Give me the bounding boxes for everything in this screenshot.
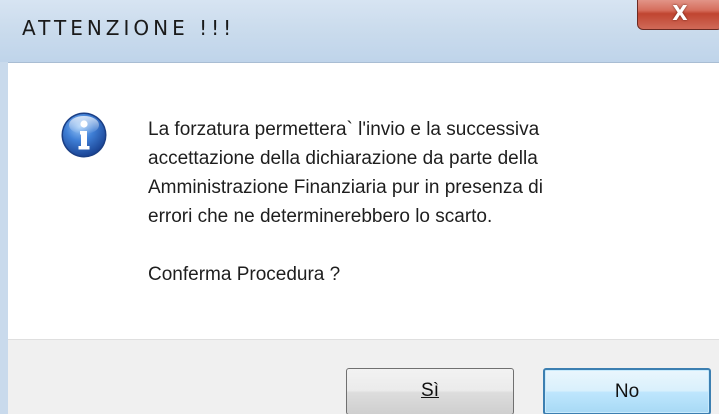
message-line: accettazione della dichiarazione da part…: [148, 148, 538, 169]
yes-button[interactable]: Sì: [346, 368, 514, 414]
message-dialog: ATTENZIONE !!! X La forzatura permettera…: [0, 0, 719, 414]
close-button[interactable]: X: [637, 0, 719, 30]
title-bar[interactable]: ATTENZIONE !!! X: [0, 0, 719, 62]
window-frame-left: [0, 62, 8, 414]
info-icon: [61, 112, 107, 158]
button-bar: Sì No: [8, 339, 719, 414]
yes-button-label: Sì: [421, 380, 439, 401]
window-title: ATTENZIONE !!!: [22, 16, 236, 40]
confirm-question: Conferma Procedura ?: [148, 264, 341, 285]
message-line: La forzatura permettera` l'invio e la su…: [148, 119, 540, 140]
no-button-label: No: [614, 381, 640, 402]
no-button[interactable]: No: [543, 368, 711, 414]
dialog-content: La forzatura permettera` l'invio e la su…: [8, 62, 719, 339]
message-text: La forzatura permettera` l'invio e la su…: [148, 115, 708, 289]
close-icon: X: [672, 1, 688, 25]
message-line: errori che ne determinerebbero lo scarto…: [148, 206, 493, 227]
message-line: Amministrazione Finanziaria pur in prese…: [148, 177, 543, 198]
